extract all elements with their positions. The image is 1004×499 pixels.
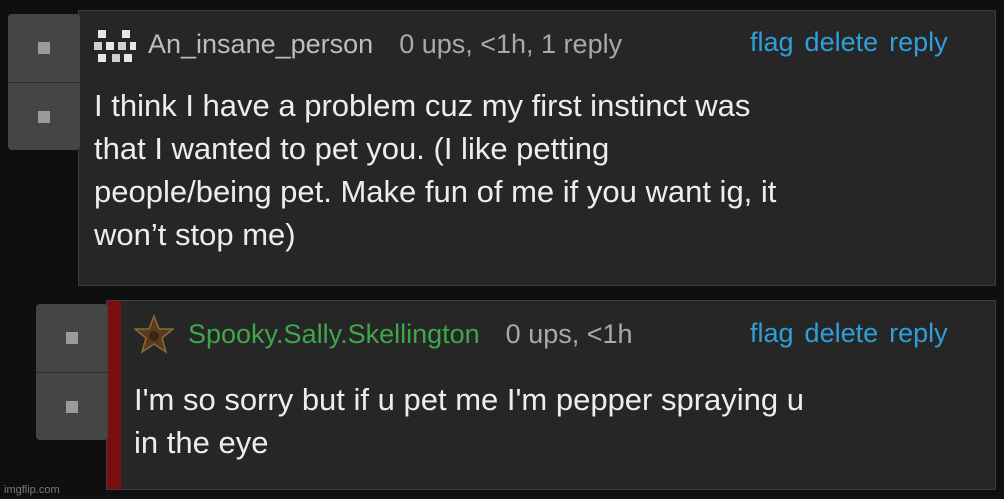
vote-panel-1 <box>8 14 80 150</box>
watermark: imgflip.com <box>4 484 60 496</box>
comment-1-header: An_insane_person 0 ups, <1h, 1 reply <box>92 26 622 62</box>
upvote-button[interactable] <box>36 304 108 372</box>
comment-1-body: I think I have a problem cuz my first in… <box>94 88 777 252</box>
flag-link[interactable]: flag <box>750 318 794 349</box>
comment-2-actions: flag delete reply <box>750 318 948 349</box>
upvote-icon <box>38 42 50 54</box>
reply-link[interactable]: reply <box>889 27 948 58</box>
delete-link[interactable]: delete <box>805 27 879 58</box>
comment-meta: 0 ups, <1h, 1 reply <box>399 28 623 59</box>
comment-2-header: Spooky.Sally.Skellington 0 ups, <1h <box>132 313 633 354</box>
username[interactable]: An_insane_person <box>148 29 373 60</box>
vote-panel-2 <box>36 304 108 440</box>
pixel-avatar-icon[interactable] <box>92 26 138 62</box>
downvote-icon <box>66 400 78 413</box>
downvote-button[interactable] <box>8 83 80 150</box>
comment-1-actions: flag delete reply <box>750 27 948 58</box>
flag-link[interactable]: flag <box>750 27 794 58</box>
comment-meta: 0 ups, <1h <box>505 318 633 349</box>
reply-depth-bar <box>107 301 121 489</box>
delete-link[interactable]: delete <box>805 318 879 349</box>
star-avatar-icon[interactable] <box>132 313 176 354</box>
username[interactable]: Spooky.Sally.Skellington <box>188 319 480 350</box>
downvote-icon <box>38 110 50 123</box>
upvote-icon <box>66 332 78 344</box>
downvote-button[interactable] <box>36 373 108 440</box>
upvote-button[interactable] <box>8 14 80 82</box>
comment-2-body: I'm so sorry but if u pet me I'm pepper … <box>134 382 805 460</box>
reply-link[interactable]: reply <box>889 318 948 349</box>
